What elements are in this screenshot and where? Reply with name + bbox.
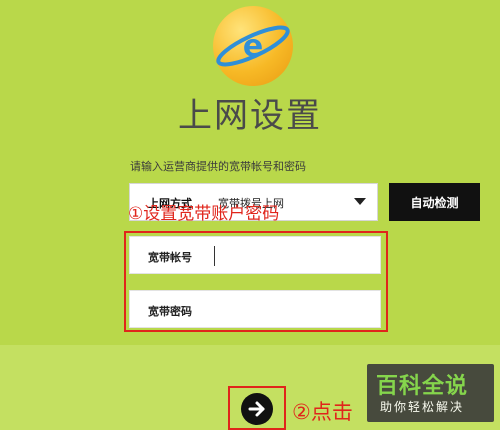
account-label: 宽带帐号 [148,251,192,264]
arrow-right-icon [248,401,265,417]
planet-e-logo-icon: e [213,6,293,86]
password-label: 宽带密码 [148,305,192,318]
step2-annotation: ②点击 [292,400,353,424]
text-caret [214,246,215,266]
svg-text:e: e [243,29,263,64]
password-field[interactable]: 宽带密码 [129,290,381,328]
instruction-text: 请输入运营商提供的宽带帐号和密码 [130,160,306,173]
watermark-badge: 百科全说 助你轻松解决 [367,364,494,422]
chevron-down-icon[interactable] [354,198,366,205]
page-title: 上网设置 [178,96,322,136]
account-field[interactable]: 宽带帐号 [129,236,381,274]
watermark-title: 百科全说 [376,374,469,399]
next-button[interactable] [241,393,273,425]
auto-detect-button[interactable]: 自动检测 [389,183,480,221]
step1-annotation: ①设置宽带账户密码 [128,204,280,224]
watermark-subtitle: 助你轻松解决 [380,400,465,414]
